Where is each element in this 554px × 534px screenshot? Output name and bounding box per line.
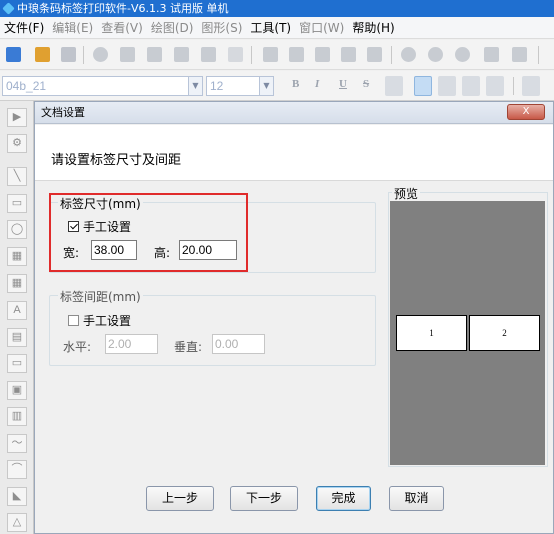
previous-step-button[interactable]: 上一步 [146,486,214,511]
toolbar-divider [538,46,539,64]
redo-icon[interactable] [367,47,382,62]
open-folder-icon[interactable] [35,47,50,62]
checkbox-unchecked-icon[interactable] [68,315,79,326]
finish-button[interactable]: 完成 [316,486,371,511]
arc-tool-icon[interactable]: ⌒ [7,460,27,479]
zoom-in-icon[interactable] [401,47,416,62]
drawing-tool-palette: ▶ ⚙ ╲ ▭ ◯ ▦ ▦ A ▤ ▭ ▣ ▥ 〜 ⌒ ◣ △ [0,101,34,534]
polygon-tool-icon[interactable]: ◣ [7,487,27,506]
barcode-icon[interactable] [484,47,499,62]
ellipse-tool-icon[interactable]: ◯ [7,220,27,239]
italic-button[interactable]: I [315,78,319,90]
label-spacing-legend: 标签间距(mm) [58,288,143,305]
window-title: 中琅条码标签打印软件-V6.1.3 试用版 单机 [17,2,229,15]
menu-shape[interactable]: 图形(S) [201,19,242,36]
align-center-icon[interactable] [438,76,456,96]
bold-button[interactable]: B [292,78,299,90]
new-file-icon[interactable] [6,47,21,62]
select-pointer-icon[interactable]: ▶ [7,108,27,127]
qrcode-tool-icon[interactable]: ▦ [7,274,27,293]
preview-label-2: 2 [469,315,540,351]
menu-file[interactable]: 文件(F) [4,19,44,36]
preview-label-1: 1 [396,315,467,351]
dialog-titlebar: 文档设置 X [35,102,553,124]
menu-draw[interactable]: 绘图(D) [151,19,194,36]
qrcode-icon[interactable] [512,47,527,62]
grid-icon[interactable] [228,47,243,62]
align-left-icon[interactable] [414,76,432,96]
vertical-spacing-input[interactable]: 0.00 [212,334,265,354]
document-icon[interactable] [174,47,189,62]
horizontal-label: 水平: [63,340,92,354]
preview-panel: 预览 1 2 [388,185,548,471]
save-icon[interactable] [61,47,76,62]
settings-tool-icon[interactable]: ⚙ [7,134,27,153]
distribute-icon[interactable] [522,76,540,96]
image-tool-icon[interactable]: ▣ [7,381,27,400]
label-spacing-group: 标签间距(mm) 手工设置 水平: 2.00 垂直: 0.00 [49,288,376,366]
table-tool-icon[interactable]: ▥ [7,407,27,426]
menu-tools[interactable]: 工具(T) [250,19,291,36]
horizontal-spacing-input[interactable]: 2.00 [105,334,158,354]
barcode-tool-icon[interactable]: ▦ [7,247,27,266]
cancel-button[interactable]: 取消 [389,486,444,511]
undo-icon[interactable] [341,47,356,62]
menu-view[interactable]: 查看(V) [101,19,143,36]
toolbar-divider [251,46,252,64]
preview-legend: 预览 [392,185,421,202]
app-logo-icon [2,2,15,15]
curve-tool-icon[interactable]: 〜 [7,434,27,453]
chevron-down-icon[interactable]: ▼ [188,76,203,96]
text-tool-icon[interactable]: A [7,301,27,320]
menu-bar: 文件(F) 编辑(E) 查看(V) 绘图(D) 图形(S) 工具(T) 窗口(W… [0,17,554,39]
font-name-select[interactable]: 04b_21 [2,76,189,96]
document-settings-dialog: 文档设置 X 请设置标签尺寸及间距 标签尺寸(mm) 手工设置 宽: 38.00… [34,101,554,534]
close-button[interactable]: X [507,104,545,120]
cut-icon[interactable] [263,47,278,62]
zoom-out-icon[interactable] [428,47,443,62]
triangle-tool-icon[interactable]: △ [7,513,27,532]
main-toolbar [0,40,554,70]
text-direction-icon[interactable] [385,76,403,96]
print-icon[interactable] [120,47,135,62]
preview-canvas: 1 2 [390,201,545,465]
paragraph-tool-icon[interactable]: ▤ [7,328,27,347]
menu-edit[interactable]: 编辑(E) [52,19,93,36]
chevron-down-icon[interactable]: ▼ [259,76,274,96]
paste-icon[interactable] [315,47,330,62]
print-preview-icon[interactable] [147,47,162,62]
rectangle-tool-icon[interactable]: ▭ [7,194,27,213]
align-justify-icon[interactable] [486,76,504,96]
dialog-header: 请设置标签尺寸及间距 [35,125,553,181]
font-size-select[interactable]: 12 [206,76,260,96]
highlight-annotation-box [49,193,248,272]
batch-print-icon[interactable] [201,47,216,62]
line-tool-icon[interactable]: ╲ [7,167,27,186]
strikethrough-button[interactable]: S [363,78,369,90]
vertical-label: 垂直: [174,340,203,354]
underline-button[interactable]: U [339,78,347,90]
spacing-manual-label: 手工设置 [83,314,132,328]
zoom-fit-icon[interactable] [455,47,470,62]
toolbar-divider [513,77,514,95]
copy-icon[interactable] [289,47,304,62]
dialog-instruction: 请设置标签尺寸及间距 [51,153,182,168]
toolbar-divider [391,46,392,64]
next-step-button[interactable]: 下一步 [230,486,298,511]
window-titlebar: 中琅条码标签打印软件-V6.1.3 试用版 单机 [0,0,554,17]
rounded-rect-tool-icon[interactable]: ▭ [7,354,27,373]
dialog-title: 文档设置 [41,106,85,119]
format-toolbar: 04b_21 ▼ 12 ▼ B I U S [0,71,554,101]
spacing-manual-checkbox[interactable]: 手工设置 [68,312,131,329]
toolbar-divider [83,46,84,64]
menu-window[interactable]: 窗口(W) [299,19,344,36]
menu-help[interactable]: 帮助(H) [352,19,394,36]
align-right-icon[interactable] [462,76,480,96]
database-icon[interactable] [93,47,108,62]
